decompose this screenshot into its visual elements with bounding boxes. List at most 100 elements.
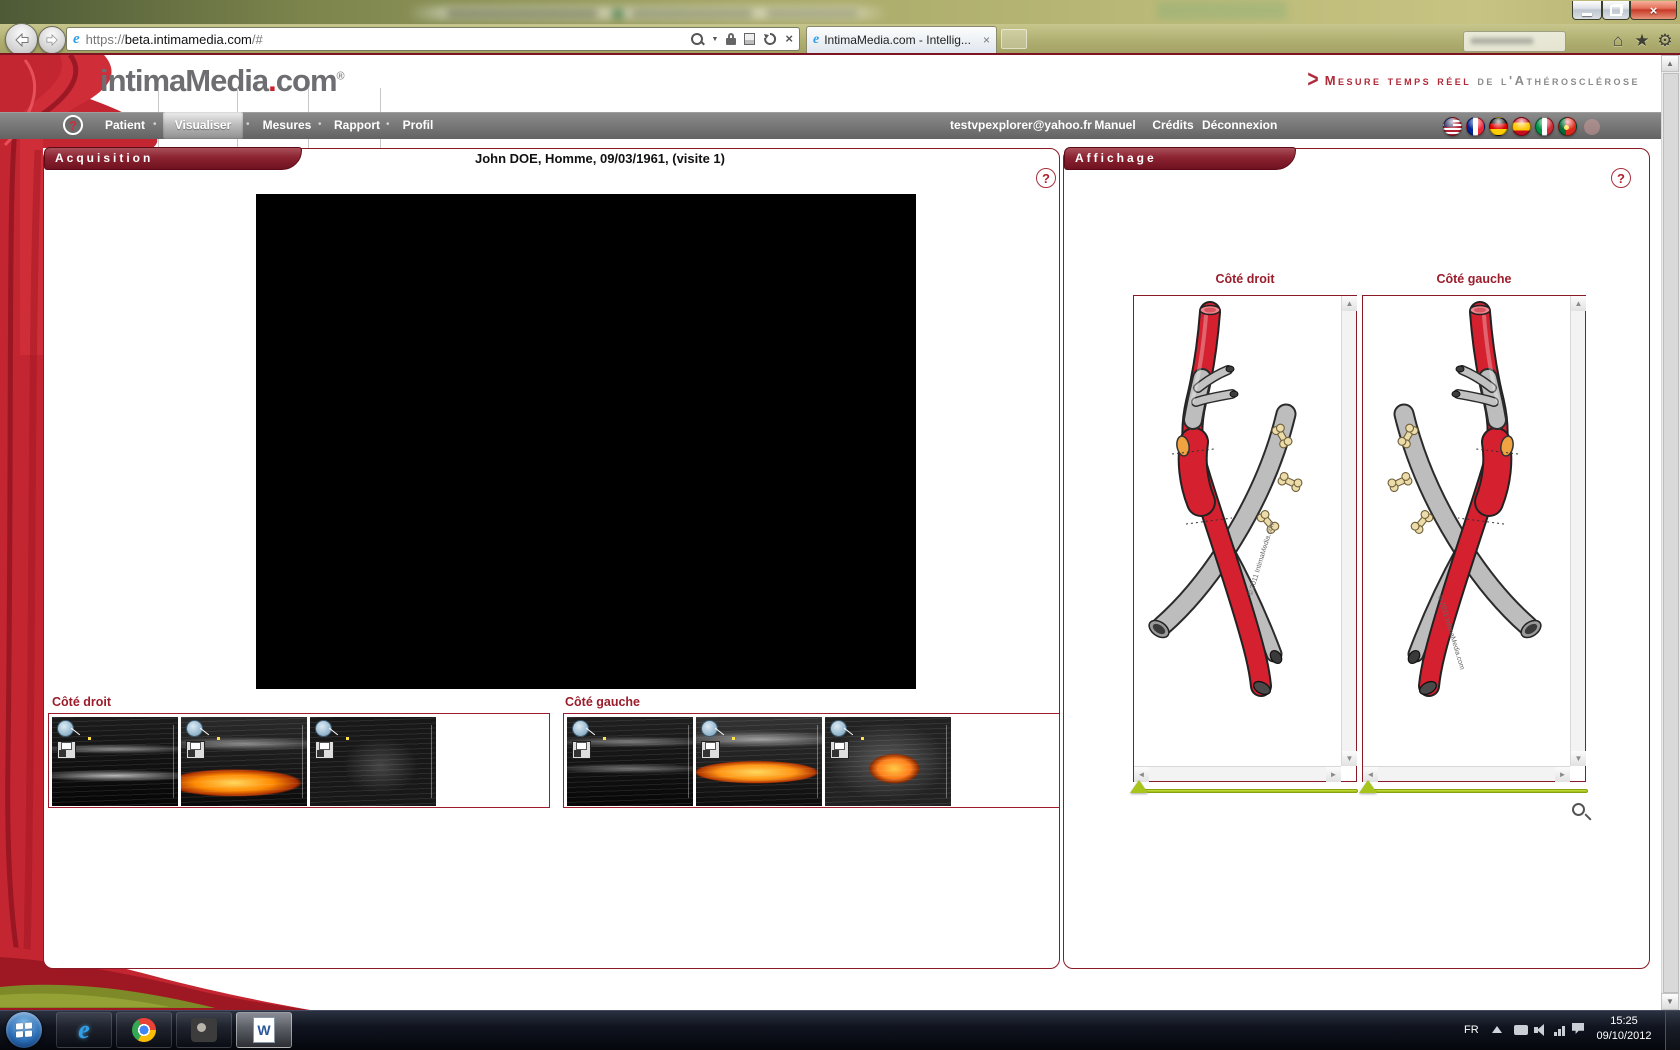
magnifier-icon[interactable]: [1572, 803, 1585, 816]
affichage-help-icon[interactable]: ?: [1611, 168, 1631, 188]
acquisition-help-icon[interactable]: ?: [1036, 168, 1056, 188]
carotid-diagram-left[interactable]: © 2011 IntimaMedia.com ▲ ▼ ◄ ►: [1362, 295, 1586, 782]
nav-link-manuel[interactable]: Manuel: [1090, 112, 1140, 139]
browser-tab[interactable]: e IntimaMedia.com - Intellig... ×: [806, 26, 997, 53]
tray-network-icon[interactable]: [1554, 1023, 1568, 1037]
scale-bar: [173, 725, 174, 798]
taskbar-chrome-button[interactable]: [116, 1012, 172, 1048]
scroll-down-icon[interactable]: ▼: [1342, 751, 1357, 766]
save-icon[interactable]: [186, 741, 205, 759]
screen: × e https://beta.intimamedia.com/# ▼: [0, 0, 1680, 1050]
chrome-icon: [132, 1018, 156, 1042]
stop-icon[interactable]: ×: [785, 33, 793, 45]
scroll-right-icon[interactable]: ►: [1555, 767, 1570, 782]
scroll-down-icon[interactable]: ▼: [1571, 751, 1586, 766]
show-desktop-button[interactable]: [1665, 1011, 1680, 1050]
refresh-icon[interactable]: [763, 32, 777, 46]
home-icon[interactable]: ⌂: [1607, 31, 1629, 51]
search-icon[interactable]: [691, 33, 703, 45]
page-scroll-up-icon[interactable]: ▲: [1661, 55, 1679, 72]
probe-position-icon: [57, 720, 74, 737]
background-search-box-ghost: [1463, 31, 1566, 52]
thumbnail-right-2[interactable]: [181, 717, 307, 806]
tray-expand-icon[interactable]: [1492, 1026, 1502, 1033]
forward-button[interactable]: [38, 26, 66, 54]
nav-item-profil[interactable]: Profil: [396, 112, 440, 139]
flag-italy-icon[interactable]: [1535, 117, 1554, 136]
nav-help-icon[interactable]: ?: [63, 115, 83, 135]
nav-link-deconnexion[interactable]: Déconnexion: [1202, 112, 1274, 139]
thumbnail-right-3[interactable]: [310, 717, 436, 806]
page-scrollbar[interactable]: [1661, 55, 1680, 1010]
taskbar-app-button[interactable]: [176, 1012, 232, 1048]
settings-gear-icon[interactable]: ⚙: [1654, 31, 1676, 51]
zoom-slider-left-handle[interactable]: [1359, 780, 1377, 793]
save-icon[interactable]: [830, 741, 849, 759]
tray-volume-icon[interactable]: [1534, 1023, 1548, 1037]
zoom-slider-right-handle[interactable]: [1130, 780, 1148, 793]
taskbar-ie-button[interactable]: e: [56, 1012, 112, 1048]
probe-position-icon: [830, 720, 847, 737]
thumbnail-left-2[interactable]: [696, 717, 822, 806]
window-restore-button[interactable]: [1602, 1, 1630, 20]
window-minimize-button[interactable]: [1572, 1, 1602, 20]
thumbnail-left-1[interactable]: [567, 717, 693, 806]
diagram-vertical-scrollbar[interactable]: ▲ ▼: [1570, 296, 1585, 766]
nav-item-rapport[interactable]: Rapport: [330, 112, 384, 139]
favorites-star-icon[interactable]: ★: [1631, 31, 1653, 51]
flag-france-icon[interactable]: [1466, 117, 1485, 136]
start-button[interactable]: [6, 1012, 42, 1048]
scroll-right-icon[interactable]: ►: [1326, 767, 1341, 782]
diagram-vertical-scrollbar[interactable]: ▲ ▼: [1341, 296, 1356, 766]
nav-item-visualiser[interactable]: Visualiser: [163, 112, 243, 139]
page-scroll-down-icon[interactable]: ▼: [1661, 993, 1679, 1010]
zoom-slider-right[interactable]: [1138, 789, 1358, 793]
taskbar-word-button[interactable]: W: [236, 1012, 292, 1048]
probe-position-icon: [315, 720, 332, 737]
nav-separator: •: [386, 112, 394, 139]
flag-portugal-icon[interactable]: [1558, 117, 1577, 136]
flag-usa-icon[interactable]: [1443, 117, 1462, 136]
carotid-diagram-right[interactable]: © 2011 IntimaMedia.com ▲ ▼ ◄ ►: [1133, 295, 1357, 782]
save-icon[interactable]: [57, 741, 76, 759]
diagram-horizontal-scrollbar[interactable]: ◄ ►: [1363, 766, 1570, 781]
scroll-up-icon[interactable]: ▲: [1571, 296, 1586, 311]
new-tab-stub[interactable]: [1001, 29, 1027, 49]
header-tick: [380, 88, 381, 112]
save-icon[interactable]: [572, 741, 591, 759]
scrollbar-thumb[interactable]: [1663, 73, 1679, 993]
nav-separator: •: [318, 112, 326, 139]
scroll-up-icon[interactable]: ▲: [1342, 296, 1357, 311]
lock-icon: [726, 33, 736, 45]
nav-item-patient[interactable]: Patient: [100, 112, 150, 139]
ultrasound-video[interactable]: [256, 194, 916, 689]
acquisition-tab: Acquisition: [44, 147, 302, 170]
thumbnail-left-3[interactable]: [825, 717, 951, 806]
flag-disabled-icon: [1584, 119, 1600, 135]
thumbnail-right-1[interactable]: [52, 717, 178, 806]
nav-link-credits[interactable]: Crédits: [1148, 112, 1198, 139]
tray-keyboard-icon[interactable]: [1514, 1025, 1528, 1035]
back-button[interactable]: [5, 23, 38, 56]
flag-spain-icon[interactable]: [1512, 117, 1531, 136]
nav-item-mesures[interactable]: Mesures: [258, 112, 316, 139]
flag-germany-icon[interactable]: [1489, 117, 1508, 136]
carotid-artery-illustration: © 2011 IntimaMedia.com: [1134, 296, 1341, 766]
diagram-horizontal-scrollbar[interactable]: ◄ ►: [1134, 766, 1341, 781]
zoom-slider-left[interactable]: [1367, 789, 1588, 793]
save-icon[interactable]: [315, 741, 334, 759]
window-close-button[interactable]: ×: [1630, 1, 1677, 20]
search-dropdown-caret-icon[interactable]: ▼: [711, 36, 718, 43]
tab-close-icon[interactable]: ×: [983, 33, 990, 47]
taskbar-clock[interactable]: 15:25 09/10/2012: [1590, 1014, 1658, 1046]
compatibility-view-icon[interactable]: [744, 33, 755, 45]
user-email: testvpexplorer@yahoo.fr: [950, 112, 1085, 139]
probe-position-icon: [572, 720, 589, 737]
windows-logo-icon: [16, 1022, 32, 1037]
patient-info: John DOE, Homme, 09/03/1961, (visite 1): [300, 151, 900, 166]
address-bar[interactable]: e https://beta.intimamedia.com/# ▼ ×: [66, 27, 800, 51]
acquisition-left-label: Côté gauche: [565, 695, 640, 709]
save-icon[interactable]: [701, 741, 720, 759]
language-indicator[interactable]: FR: [1464, 1024, 1479, 1036]
url-text: https://beta.intimamedia.com/#: [86, 32, 263, 47]
